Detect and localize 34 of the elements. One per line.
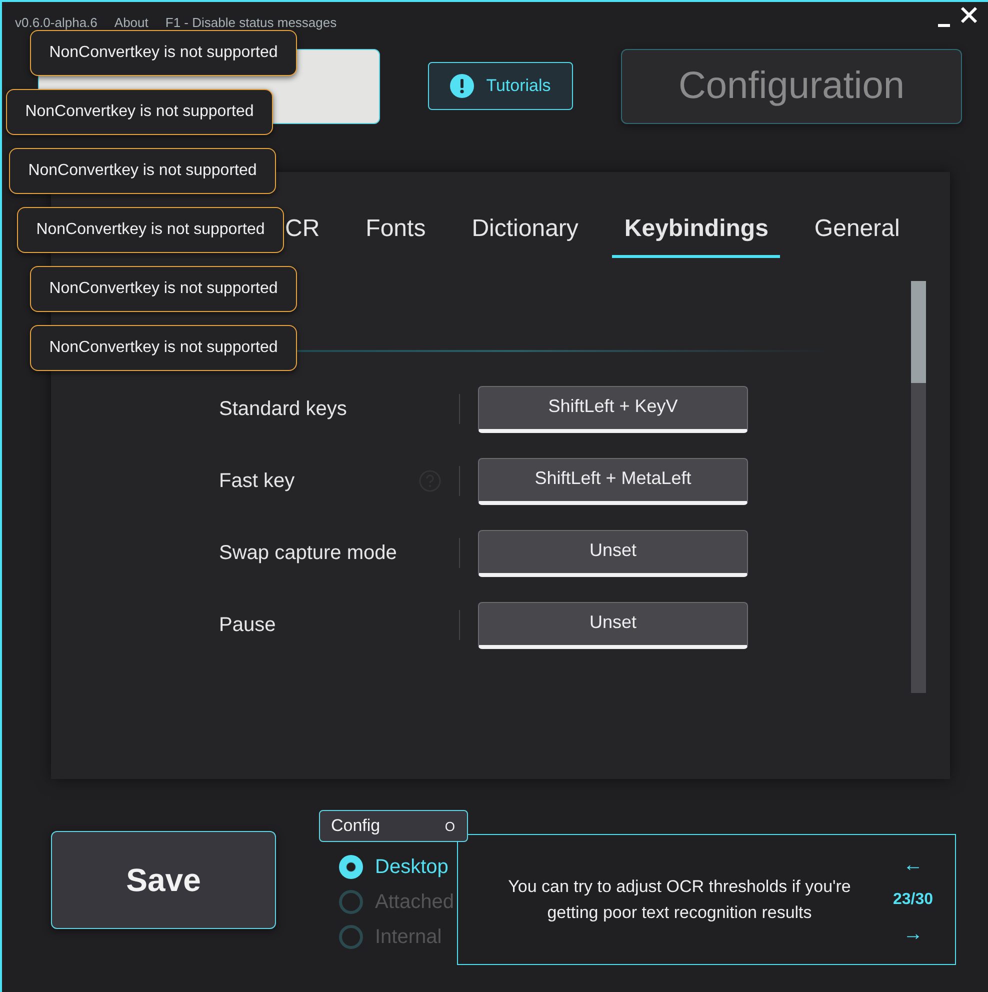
status-toast: NonConvertkey is not supported: [30, 325, 297, 371]
about-link[interactable]: About: [114, 14, 148, 30]
save-button[interactable]: Save: [51, 831, 276, 929]
settings-tab[interactable]: Fonts: [354, 207, 438, 258]
settings-tab[interactable]: Keybindings: [612, 207, 780, 258]
settings-tab[interactable]: Dictionary: [460, 207, 590, 258]
status-toast: NonConvertkey is not supported: [6, 89, 273, 135]
tutorials-button[interactable]: Tutorials: [428, 62, 573, 110]
scrollbar[interactable]: [911, 281, 926, 693]
radio-button[interactable]: [339, 925, 363, 949]
keybinding-button[interactable]: ShiftLeft + KeyV: [478, 386, 748, 432]
keybinding-label: Standard keys: [219, 398, 348, 420]
config-dropdown[interactable]: Config O: [319, 810, 468, 842]
version-label: v0.6.0-alpha.6: [15, 14, 98, 30]
status-messages-hint: F1 - Disable status messages: [165, 14, 337, 30]
exclamation-icon: [450, 74, 474, 98]
status-toast: NonConvertkey is not supported: [9, 148, 276, 194]
settings-tab[interactable]: General: [802, 207, 912, 258]
keybinding-label: Pause: [219, 614, 277, 636]
radio-button[interactable]: [339, 890, 363, 914]
close-icon[interactable]: [960, 6, 978, 24]
keybinding-label: Fast key: [219, 470, 296, 492]
keybinding-button[interactable]: ShiftLeft + MetaLeft: [478, 458, 748, 504]
tip-text: You can try to adjust OCR thresholds if you're getting poor text recognition results: [507, 876, 852, 924]
status-toast: NonConvertkey is not supported: [17, 207, 284, 253]
keybinding-button[interactable]: Unset: [478, 530, 748, 576]
status-toast: NonConvertkey is not supported: [30, 266, 297, 312]
keybinding-label: Swap capture mode: [219, 542, 398, 564]
radio-button[interactable]: [339, 855, 363, 879]
configuration-button[interactable]: Configuration: [621, 49, 962, 124]
tip-counter: 23/30: [892, 890, 934, 908]
keybinding-button[interactable]: Unset: [478, 602, 748, 648]
status-toast: NonConvertkey is not supported: [30, 30, 297, 76]
radio-label[interactable]: Desktop: [375, 856, 448, 878]
